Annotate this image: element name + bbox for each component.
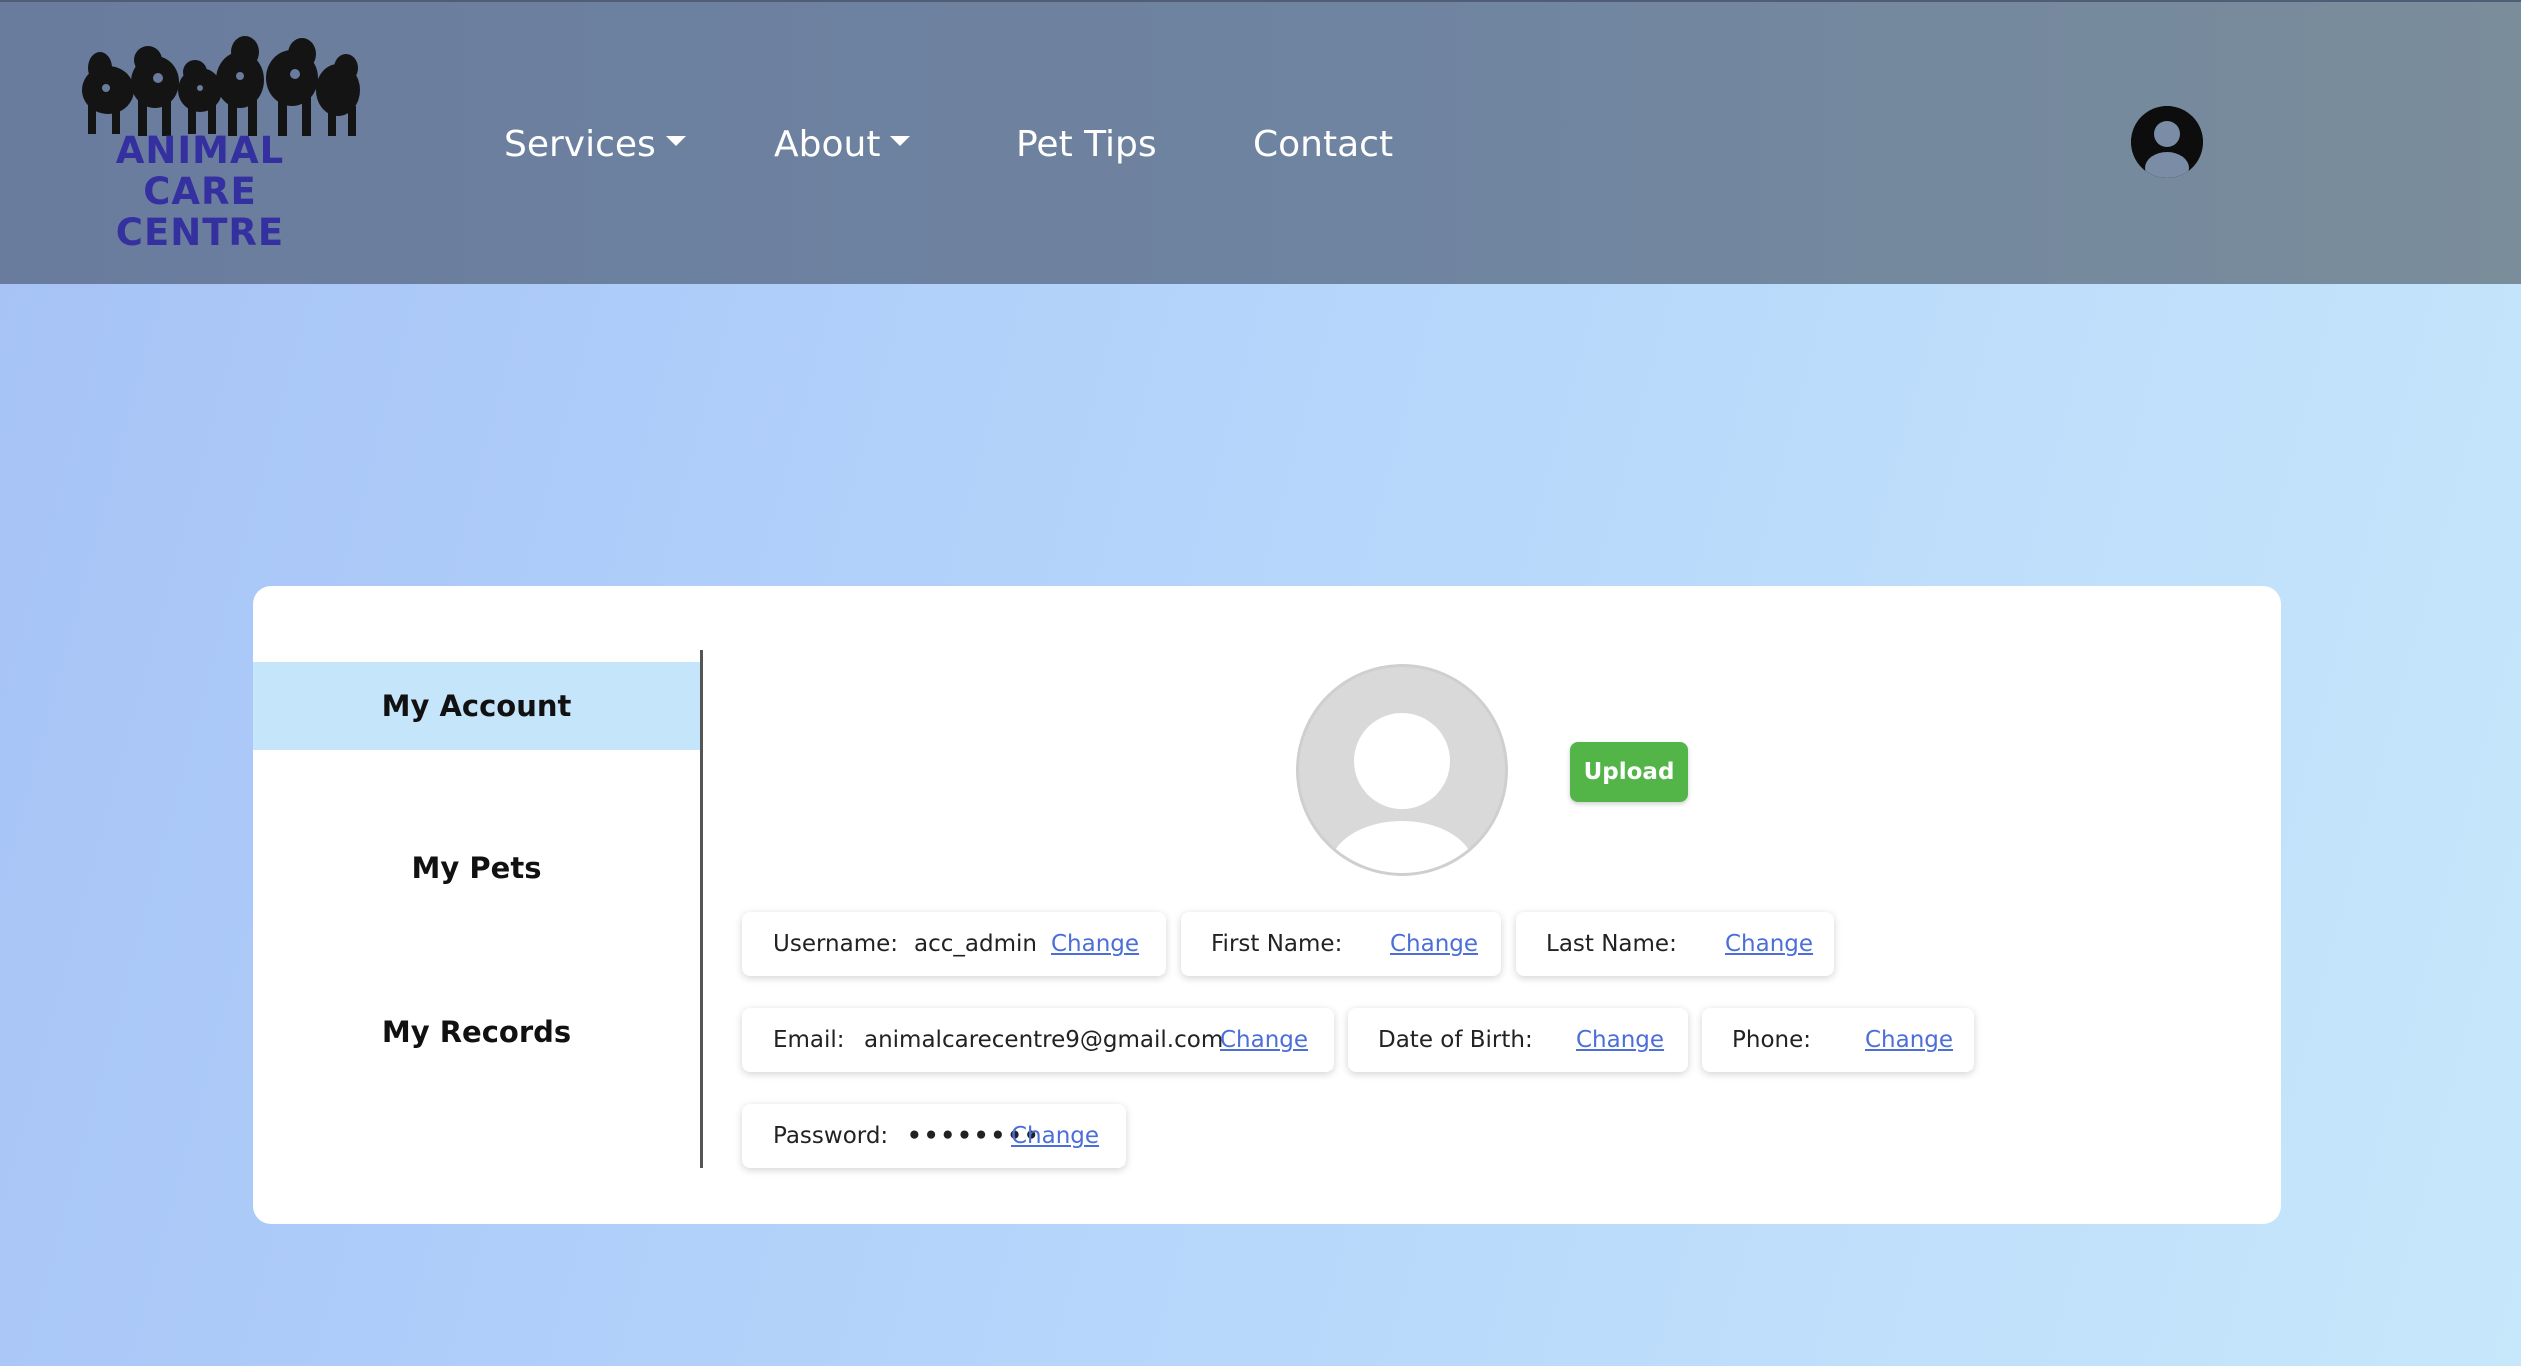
nav-services-dropdown[interactable]: Services — [504, 120, 686, 170]
username-label: Username: — [773, 931, 898, 957]
caret-down-icon — [890, 136, 911, 146]
logo-line-1: ANIMAL — [115, 129, 285, 172]
email-value: animalcarecentre9@gmail.com — [864, 1027, 1224, 1053]
date-of-birth-field: Date of Birth: Change — [1348, 1008, 1688, 1072]
nav-about-dropdown[interactable]: About — [774, 120, 911, 170]
user-circle-icon[interactable] — [2131, 106, 2203, 178]
sidebar-item-label: My Records — [381, 1015, 572, 1049]
email-field: Email: animalcarecentre9@gmail.com Chang… — [742, 1008, 1334, 1072]
logo-line-3: CENTRE — [115, 211, 285, 254]
first-name-field: First Name: Change — [1181, 912, 1501, 976]
first-name-label: First Name: — [1211, 931, 1343, 957]
nav-services-label: Services — [504, 124, 656, 165]
password-label: Password: — [773, 1123, 889, 1149]
change-last-name-link[interactable]: Change — [1725, 912, 1813, 976]
nav-pet-tips-label: Pet Tips — [1016, 124, 1157, 165]
date-of-birth-label: Date of Birth: — [1378, 1027, 1533, 1053]
change-phone-link[interactable]: Change — [1865, 1008, 1953, 1072]
nav-pet-tips-link[interactable]: Pet Tips — [1016, 120, 1157, 170]
change-date-of-birth-link[interactable]: Change — [1576, 1008, 1664, 1072]
top-navbar: ANIMAL CARE CENTRE Services About Pet Ti… — [0, 0, 2521, 284]
sidebar-item-label: My Account — [381, 689, 572, 723]
profile-picture — [1296, 664, 1508, 876]
phone-field: Phone: Change — [1702, 1008, 1974, 1072]
animal-care-centre-logo[interactable]: ANIMAL CARE CENTRE — [70, 30, 370, 262]
sidebar-item-label: My Pets — [411, 851, 542, 885]
account-card: My Account My Pets My Records Upload Use… — [253, 586, 2281, 1224]
phone-label: Phone: — [1732, 1027, 1811, 1053]
sidebar-item-my-records[interactable]: My Records — [253, 988, 700, 1076]
nav-contact-link[interactable]: Contact — [1253, 120, 1393, 170]
sidebar-item-my-account[interactable]: My Account — [253, 662, 700, 750]
username-field: Username: acc_admin Change — [742, 912, 1166, 976]
nav-contact-label: Contact — [1253, 124, 1394, 165]
account-avatar-graphic — [2131, 106, 2203, 178]
password-field: Password: •••••••• Change — [742, 1104, 1126, 1168]
nav-about-label: About — [774, 124, 881, 165]
change-first-name-link[interactable]: Change — [1390, 912, 1478, 976]
logo-text: ANIMAL CARE CENTRE — [50, 130, 350, 253]
caret-down-icon — [665, 136, 686, 146]
change-email-link[interactable]: Change — [1220, 1008, 1308, 1072]
upload-button[interactable]: Upload — [1570, 742, 1688, 802]
email-label: Email: — [773, 1027, 845, 1053]
change-password-link[interactable]: Change — [1011, 1104, 1099, 1168]
logo-line-2: CARE — [143, 170, 257, 213]
username-value: acc_admin — [914, 931, 1037, 957]
change-username-link[interactable]: Change — [1051, 912, 1139, 976]
user-silhouette-icon — [1330, 713, 1474, 873]
dogs-silhouette-icon — [82, 36, 360, 136]
sidebar-divider — [700, 650, 703, 1168]
last-name-field: Last Name: Change — [1516, 912, 1834, 976]
sidebar-item-my-pets[interactable]: My Pets — [253, 824, 700, 912]
last-name-label: Last Name: — [1546, 931, 1677, 957]
